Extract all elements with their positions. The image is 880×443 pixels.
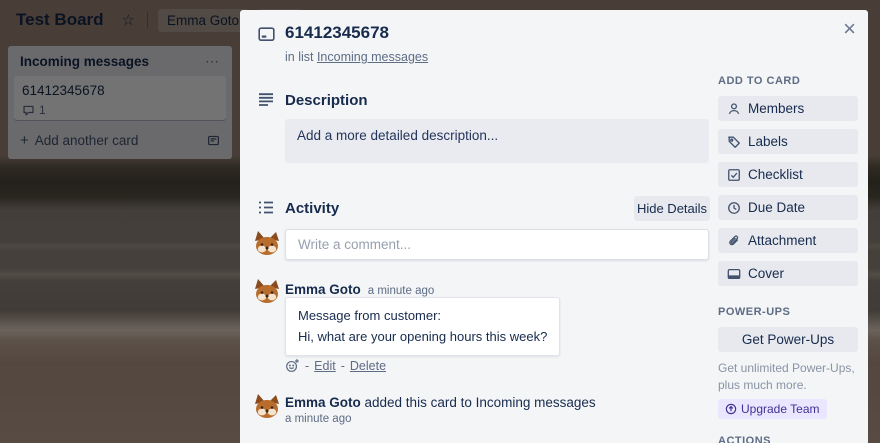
description-heading: Description <box>285 92 368 109</box>
attachment-button[interactable]: Attachment <box>718 228 858 253</box>
comment-actions: - Edit - Delete <box>285 358 386 373</box>
checklist-button-label: Checklist <box>748 167 803 182</box>
comment-header: Emma Goto a minute ago <box>285 282 434 297</box>
checklist-icon <box>727 168 741 182</box>
members-button-label: Members <box>748 101 804 116</box>
get-power-ups-button[interactable]: Get Power-Ups <box>718 327 858 352</box>
subtitle-prefix: in list <box>285 50 317 64</box>
avatar <box>253 277 281 305</box>
description-placeholder-box[interactable]: Add a more detailed description... <box>285 119 709 163</box>
comment-timestamp: a minute ago <box>368 285 435 297</box>
member-icon <box>727 102 741 116</box>
labels-button-label: Labels <box>748 134 788 149</box>
actions-label: ACTIONS <box>718 435 858 443</box>
cover-button[interactable]: Cover <box>718 261 858 286</box>
comment-input[interactable] <box>285 229 709 260</box>
cover-icon <box>727 267 741 281</box>
app-window: Test Board ☆ Emma Goto Free Incoming mes… <box>0 0 880 443</box>
due-date-button-label: Due Date <box>748 200 805 215</box>
close-icon[interactable]: × <box>843 14 856 45</box>
upsell-line: plus much more. <box>718 377 858 394</box>
card-icon <box>258 27 275 47</box>
get-power-ups-label: Get Power-Ups <box>742 332 834 347</box>
upgrade-team-badge[interactable]: Upgrade Team <box>718 399 827 419</box>
due-date-button[interactable]: Due Date <box>718 195 858 220</box>
avatar <box>253 392 281 420</box>
card-detail-modal: × 61412345678 in list Incoming messages … <box>240 10 868 443</box>
upgrade-icon <box>725 403 737 415</box>
add-reaction-icon[interactable] <box>285 358 300 373</box>
comment-line: Hi, what are your opening hours this wee… <box>298 326 547 347</box>
labels-button[interactable]: Labels <box>718 129 858 154</box>
paperclip-icon <box>727 234 741 248</box>
activity-heading: Activity <box>285 200 339 217</box>
label-tag-icon <box>727 135 741 149</box>
separator: - <box>305 359 309 373</box>
checklist-button[interactable]: Checklist <box>718 162 858 187</box>
edit-comment-link[interactable]: Edit <box>314 359 336 373</box>
log-author: Emma Goto <box>285 395 361 410</box>
power-ups-label: POWER-UPS <box>718 306 858 318</box>
comment-box: Message from customer: Hi, what are your… <box>285 297 560 356</box>
upsell-line: Get unlimited Power-Ups, <box>718 360 858 377</box>
description-icon <box>258 93 274 111</box>
upgrade-team-label: Upgrade Team <box>741 402 820 416</box>
cover-button-label: Cover <box>748 266 784 281</box>
comment-author[interactable]: Emma Goto <box>285 282 361 297</box>
comment-line: Message from customer: <box>298 305 547 326</box>
activity-icon <box>258 201 274 219</box>
subtitle-list-link[interactable]: Incoming messages <box>317 50 428 64</box>
members-button[interactable]: Members <box>718 96 858 121</box>
log-text: added this card to Incoming messages <box>361 395 596 410</box>
avatar <box>253 229 281 257</box>
separator: - <box>341 359 345 373</box>
activity-log-entry: Emma Goto added this card to Incoming me… <box>285 395 596 410</box>
clock-icon <box>727 201 741 215</box>
card-title[interactable]: 61412345678 <box>285 23 389 43</box>
hide-details-button[interactable]: Hide Details <box>634 196 710 221</box>
power-ups-upsell-text: Get unlimited Power-Ups, plus much more. <box>718 360 858 394</box>
add-to-card-label: ADD TO CARD <box>718 75 858 87</box>
card-sidebar: ADD TO CARD Members Labels Checklist Due… <box>718 75 858 443</box>
attachment-button-label: Attachment <box>748 233 816 248</box>
delete-comment-link[interactable]: Delete <box>350 359 386 373</box>
log-timestamp: a minute ago <box>285 413 352 425</box>
card-subtitle: in list Incoming messages <box>285 50 428 64</box>
